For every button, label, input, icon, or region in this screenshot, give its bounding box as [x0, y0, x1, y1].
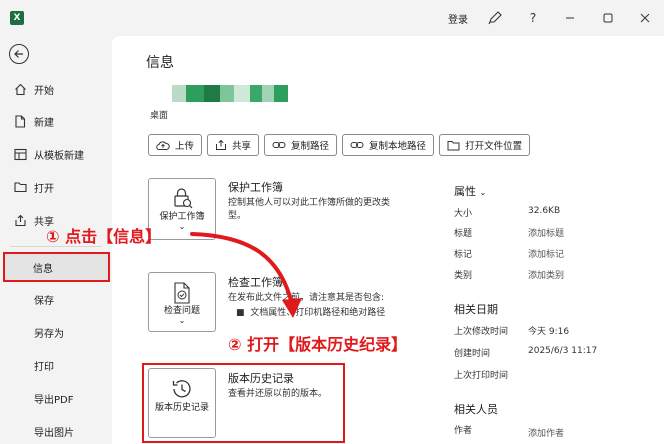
- arrow-left-icon: [14, 50, 23, 58]
- chevron-down-icon: ⌄: [479, 188, 487, 197]
- lock-search-icon: [174, 188, 193, 209]
- annotation-step-2: ② 打开【版本历史纪录】: [228, 335, 408, 354]
- related-dates-heading: 相关日期: [454, 303, 498, 316]
- back-button[interactable]: [9, 44, 29, 64]
- property-key: 标题: [454, 229, 473, 239]
- help-icon[interactable]: ?: [523, 8, 543, 28]
- close-icon[interactable]: [635, 8, 655, 28]
- sidebar-item-label: 信息: [33, 263, 53, 275]
- pen-icon[interactable]: [485, 8, 505, 28]
- sidebar-item-home[interactable]: 开始: [0, 76, 112, 102]
- property-key: 标记: [454, 250, 473, 260]
- sidebar-item-label: 新建: [34, 117, 54, 129]
- date-key: 上次打印时间: [454, 371, 509, 381]
- doc-check-icon: [174, 282, 190, 304]
- title-bar: X 登录 ?: [0, 0, 664, 36]
- share-icon: [12, 214, 28, 227]
- login-link[interactable]: 登录: [448, 11, 468, 26]
- protect-workbook-description: 控制其他人可以对此工作簿所做的更改类型。: [228, 198, 391, 221]
- sidebar-item-label: 另存为: [34, 328, 64, 340]
- version-history-heading: 版本历史记录: [228, 372, 294, 385]
- excel-logo-icon: X: [10, 11, 24, 25]
- template-icon: [12, 148, 28, 161]
- chevron-down-icon: ⌄: [178, 222, 186, 231]
- version-history-label: 版本历史记录: [154, 403, 209, 413]
- sidebar-item-export-image[interactable]: 导出图片: [0, 418, 112, 444]
- page-title: 信息: [146, 55, 174, 71]
- sidebar-item-label: 导出图片: [34, 427, 74, 439]
- property-value-title[interactable]: 添加标题: [528, 226, 564, 239]
- property-value-author[interactable]: 添加作者: [528, 426, 564, 439]
- related-people-heading: 相关人员: [454, 403, 498, 416]
- inspect-workbook-bullet: ■ 文档属性、打印机路径和绝对路径: [236, 308, 386, 318]
- date-value: 2025/6/3 11:17: [528, 346, 598, 356]
- cloud-upload-icon: [156, 140, 170, 150]
- version-history-button[interactable]: 版本历史记录: [148, 368, 216, 438]
- link-icon: [350, 142, 364, 148]
- sidebar-item-save[interactable]: 保存: [0, 286, 112, 312]
- property-value-tags[interactable]: 添加标记: [528, 247, 564, 260]
- person-key: 作者: [454, 426, 473, 436]
- inspect-workbook-intro: 在发布此文件之前，请注意其是否包含:: [228, 293, 385, 303]
- new-doc-icon: [12, 114, 28, 128]
- sidebar-item-label: 导出PDF: [34, 394, 74, 406]
- property-key: 类别: [454, 271, 473, 281]
- property-value: 32.6KB: [528, 206, 561, 216]
- share-icon: [216, 139, 227, 150]
- annotation-step-1: ① 点击【信息】: [46, 227, 162, 246]
- history-clock-icon: [172, 380, 191, 398]
- properties-heading[interactable]: 属性 ⌄: [454, 183, 486, 199]
- inspect-workbook-heading: 检查工作簿: [228, 276, 283, 289]
- check-issues-button[interactable]: 检查问题 ⌄: [148, 272, 216, 332]
- chevron-down-icon: ⌄: [178, 316, 186, 325]
- property-value-category[interactable]: 添加类别: [528, 268, 564, 281]
- file-location: 桌面: [150, 111, 169, 121]
- minimize-icon[interactable]: [560, 8, 580, 28]
- sidebar-item-save-as[interactable]: 另存为: [0, 319, 112, 345]
- home-icon: [12, 83, 28, 96]
- sidebar-item-export-pdf[interactable]: 导出PDF: [0, 385, 112, 411]
- share-button[interactable]: 共享: [207, 134, 260, 156]
- sidebar-item-info[interactable]: 信息: [3, 252, 110, 282]
- sidebar-item-label: 打开: [34, 183, 54, 195]
- protect-workbook-heading: 保护工作簿: [228, 181, 283, 194]
- folder-icon: [12, 181, 28, 193]
- info-panel: 信息 桌面 上传 共享 复制路径 复制本地路径 打开文件位置 保护工作簿 ⌄ 保…: [112, 36, 664, 444]
- sidebar-item-new[interactable]: 新建: [0, 108, 112, 134]
- sidebar-item-label: 从模板新建: [34, 150, 84, 162]
- file-actions-toolbar: 上传 共享 复制路径 复制本地路径 打开文件位置: [148, 134, 535, 156]
- sidebar-item-open[interactable]: 打开: [0, 174, 112, 200]
- restore-icon[interactable]: [598, 8, 618, 28]
- upload-button[interactable]: 上传: [148, 134, 203, 156]
- sidebar-item-new-from-template[interactable]: 从模板新建: [0, 141, 112, 167]
- sidebar-item-label: 保存: [34, 295, 54, 307]
- link-icon: [272, 142, 286, 148]
- open-file-location-button[interactable]: 打开文件位置: [439, 134, 531, 156]
- copy-local-path-button[interactable]: 复制本地路径: [342, 134, 435, 156]
- sidebar-item-label: 开始: [34, 85, 54, 97]
- copy-path-button[interactable]: 复制路径: [264, 134, 338, 156]
- property-key: 大小: [454, 209, 473, 219]
- date-key: 上次修改时间: [454, 327, 509, 337]
- folder-icon: [447, 140, 460, 150]
- version-history-description: 查看并还原以前的版本。: [228, 389, 328, 399]
- sidebar-item-print[interactable]: 打印: [0, 352, 112, 378]
- date-value: 今天 9:16: [528, 327, 570, 337]
- redacted-filename: [150, 85, 288, 102]
- date-key: 创建时间: [454, 349, 491, 359]
- sidebar-item-label: 打印: [34, 361, 54, 373]
